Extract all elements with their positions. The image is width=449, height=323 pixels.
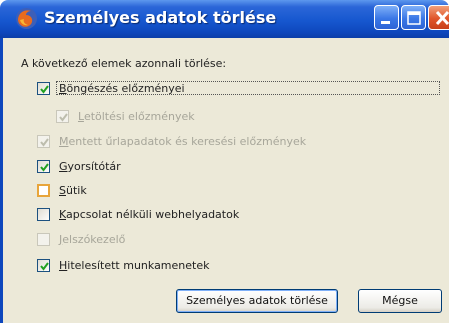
close-button[interactable]	[428, 5, 449, 30]
check-icon	[40, 85, 49, 94]
checkbox-label: Kapcsolat nélküli webhelyadatok	[59, 208, 240, 221]
firefox-icon	[16, 8, 37, 29]
minimize-button[interactable]	[374, 5, 399, 30]
dialog-window: Személyes adatok törlése A következő ele…	[0, 0, 449, 323]
checkbox-box[interactable]	[37, 208, 50, 221]
title-bar[interactable]: Személyes adatok törlése	[0, 0, 449, 38]
checkbox-box[interactable]	[37, 184, 50, 197]
checkbox-label: Letöltési előzmények	[78, 110, 195, 123]
check-icon	[40, 163, 49, 172]
minimize-icon	[381, 21, 390, 24]
checkbox-box[interactable]	[37, 82, 50, 95]
intro-text: A következő elemek azonnali törlése:	[21, 57, 227, 70]
maximize-icon	[407, 11, 421, 25]
checkbox-label: Jelszókezelő	[59, 233, 126, 246]
checkbox-label: Mentett űrlapadatok és keresési előzmény…	[59, 135, 307, 148]
checkbox-label: Böngészés előzményei	[59, 82, 185, 95]
checkbox-box	[56, 110, 69, 123]
clear-private-data-button[interactable]: Személyes adatok törlése	[176, 289, 338, 313]
checkbox-label: Gyorsítótár	[59, 160, 121, 173]
checkbox-box	[37, 233, 50, 246]
checkbox-box[interactable]	[37, 160, 50, 173]
window-title: Személyes adatok törlése	[44, 8, 277, 27]
checkbox-label: Hitelesített munkamenetek	[59, 259, 210, 272]
cancel-button[interactable]: Mégse	[358, 289, 442, 313]
checkbox-box[interactable]	[37, 259, 50, 272]
checkbox-box	[37, 135, 50, 148]
check-icon	[40, 138, 49, 147]
maximize-button[interactable]	[401, 5, 426, 30]
close-icon	[435, 10, 449, 26]
check-icon	[59, 113, 68, 122]
check-icon	[40, 262, 49, 271]
checkbox-label: Sütik	[59, 184, 87, 197]
